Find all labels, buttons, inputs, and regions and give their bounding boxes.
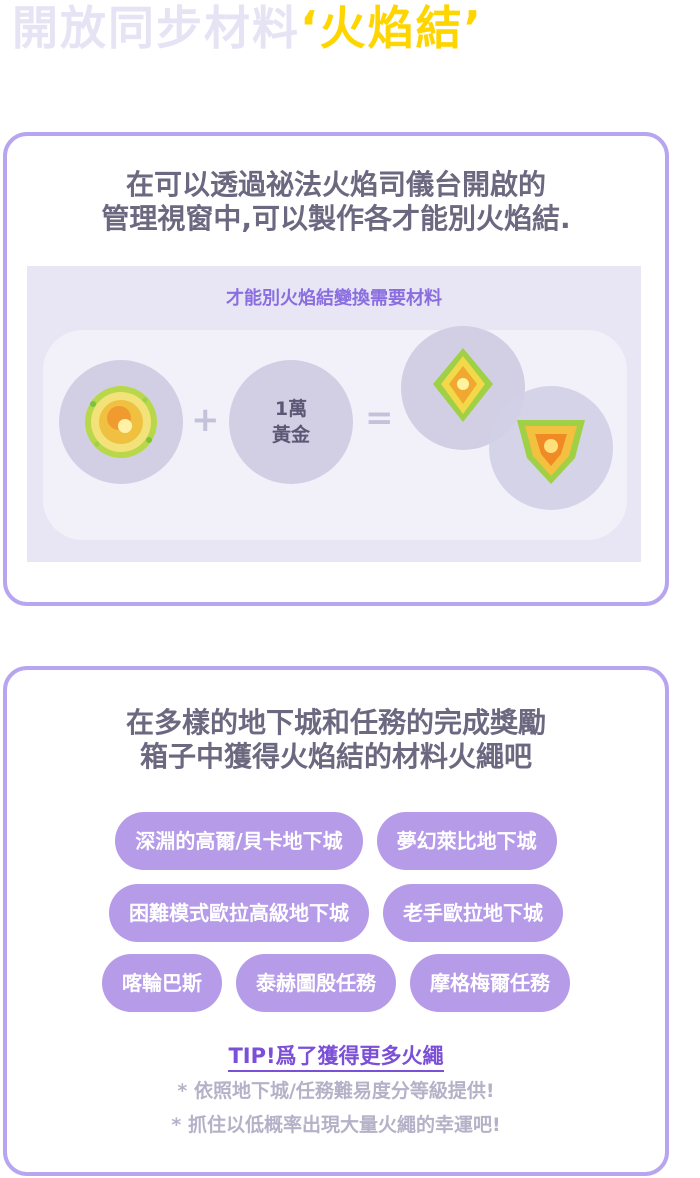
dungeon-tag: 困難模式歐拉高級地下城 bbox=[109, 884, 369, 942]
tip-title: TIP!爲了獲得更多火繩 bbox=[7, 1040, 665, 1072]
acquisition-description-line1: 在多樣的地下城和任務的完成獎勵 bbox=[125, 706, 546, 739]
gold-cost: 1萬 黃金 bbox=[229, 396, 353, 448]
materials-recipe: + 1萬 黃金 = bbox=[43, 326, 627, 540]
dungeon-tag-row: 喀輪巴斯 泰赫圖殷任務 摩格梅爾任務 bbox=[7, 954, 665, 1012]
gold-amount: 1萬 bbox=[274, 398, 308, 420]
crafting-description: 在可以透過祕法火焰司儀台開啟的 管理視窗中,可以製作各才能別火焰結. bbox=[7, 168, 665, 236]
page-headline: 開放同步材料‘火焰結’ bbox=[12, 0, 483, 56]
tip-title-text: TIP!爲了獲得更多火繩 bbox=[228, 1044, 444, 1072]
acquisition-description-line2: 箱子中獲得火焰結的材料火繩吧 bbox=[139, 740, 532, 773]
flame-knot-material-slot bbox=[59, 360, 183, 484]
materials-panel: 才能別火焰結變換需要材料 + 1萬 黃金 = bbox=[27, 266, 641, 562]
flame-rope-icon bbox=[85, 386, 157, 458]
acquisition-info-card: 在多樣的地下城和任務的完成獎勵 箱子中獲得火焰結的材料火繩吧 深淵的高爾/貝卡地… bbox=[3, 666, 669, 1176]
talent-flame-knot-shield-icon bbox=[517, 420, 585, 484]
dungeon-tag: 喀輪巴斯 bbox=[102, 954, 222, 1012]
equals-sign: = bbox=[365, 398, 394, 438]
dungeon-tag: 夢幻萊比地下城 bbox=[376, 812, 557, 870]
crafting-description-line1: 在可以透過祕法火焰司儀台開啟的 bbox=[125, 168, 546, 201]
plus-sign: + bbox=[191, 400, 220, 440]
headline-main: 開放同步材料 bbox=[12, 1, 300, 55]
materials-panel-title: 才能別火焰結變換需要材料 bbox=[226, 288, 442, 309]
quest-tag: 泰赫圖殷任務 bbox=[236, 954, 396, 1012]
quest-tag: 摩格梅爾任務 bbox=[410, 954, 570, 1012]
crafting-info-card: 在可以透過祕法火焰司儀台開啟的 管理視窗中,可以製作各才能別火焰結. 才能別火焰… bbox=[3, 132, 669, 606]
acquisition-description: 在多樣的地下城和任務的完成獎勵 箱子中獲得火焰結的材料火繩吧 bbox=[7, 706, 665, 774]
crafting-description-line2: 管理視窗中,可以製作各才能別火焰結. bbox=[101, 202, 571, 235]
dungeon-tag: 老手歐拉地下城 bbox=[383, 884, 563, 942]
gold-cost-slot: 1萬 黃金 bbox=[229, 360, 353, 484]
tip-line: * 抓住以低概率出現大量火繩的幸運吧! bbox=[171, 1114, 501, 1136]
tip-line: * 依照地下城/任務難易度分等級提供! bbox=[177, 1080, 495, 1102]
dungeon-tag: 深淵的高爾/貝卡地下城 bbox=[115, 812, 363, 870]
gold-label: 黃金 bbox=[271, 424, 310, 446]
dungeon-tag-row: 困難模式歐拉高級地下城 老手歐拉地下城 bbox=[7, 884, 665, 942]
result-slot-2 bbox=[489, 386, 613, 510]
dungeon-tag-row: 深淵的高爾/貝卡地下城 夢幻萊比地下城 bbox=[7, 812, 665, 870]
headline-highlight: ‘火焰結’ bbox=[300, 1, 483, 55]
